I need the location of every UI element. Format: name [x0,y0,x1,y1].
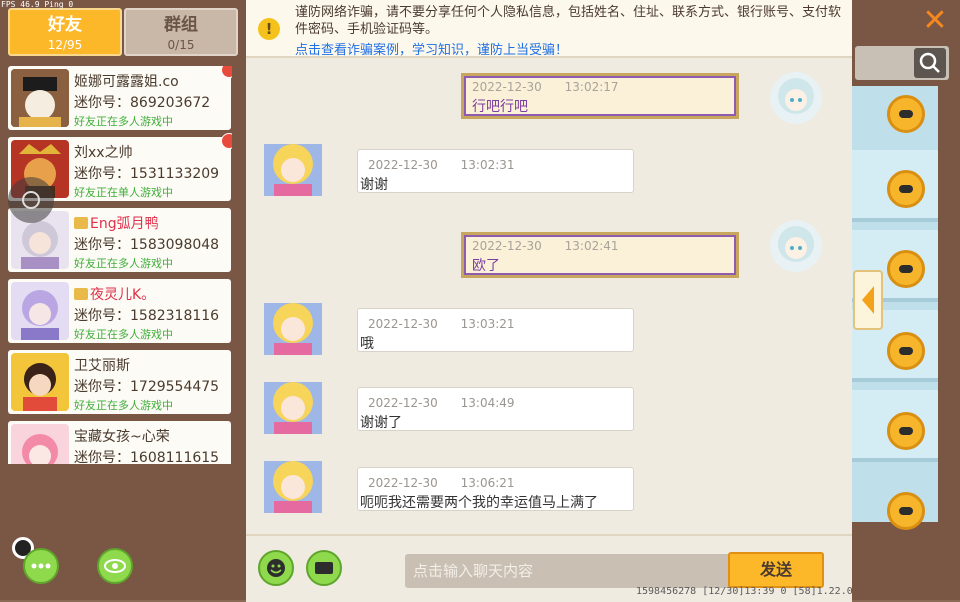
message-bubble-friend: 2022-12-30 13:03:21 哦 [357,308,634,352]
friend-name: Eng弧月鸭 [74,213,159,233]
message-time: 2022-12-30 13:04:49 [368,396,515,410]
friend-status: 好友正在多人游戏中 [74,328,173,341]
friend-id: 迷你号：1583098048 [74,237,220,253]
friend-item[interactable]: 姬娜可露露姐.co 迷你号：869203672 好友正在多人游戏中 [8,66,232,130]
record-icon [22,191,40,209]
message-time: 2022-12-30 13:03:21 [368,317,515,331]
avatar [11,69,69,127]
chat-panel: ! 谨防网络诈骗，请不要分享任何个人隐私信息，包括姓名、住址、联系方式、银行账号… [246,0,852,602]
vip-icon [74,217,88,229]
tab-friends-count: 12/95 [47,38,83,52]
friend-item[interactable]: 夜灵儿K。 迷你号：1582318116 好友正在多人游戏中 [8,279,231,343]
friend-name: 卫艾丽斯 [74,358,130,374]
message-bubble-friend: 2022-12-30 13:06:21 呃呃我还需要两个我的幸运值马上满了 [357,467,634,511]
friend-id: 迷你号：1608111615 [74,450,220,464]
arrow-left-icon [862,286,874,314]
friend-name: 宝藏女孩~心荣 [74,429,170,445]
more-dots-icon [31,563,51,569]
more-button[interactable] [23,548,59,584]
chat-bubble-icon[interactable] [887,250,925,288]
unread-dot [221,66,232,78]
message-list: 2022-12-30 13:02:17 行吧行吧 2022-12-30 13:0… [246,58,852,534]
avatar [260,372,326,438]
friend-item[interactable]: 宝藏女孩~心荣 迷你号：1608111615 [8,421,231,464]
notice-link[interactable]: 点击查看诈骗案例，学习知识，谨防上当受骗！ [295,39,568,58]
visibility-button[interactable] [97,548,133,584]
friend-list: 姬娜可露露姐.co 迷你号：869203672 好友正在多人游戏中 刘xx之帅 … [8,66,232,464]
friend-status: 好友正在多人游戏中 [74,115,173,128]
notice-text: 谨防网络诈骗，请不要分享任何个人隐私信息，包括姓名、住址、联系方式、银行账号、支… [295,5,842,37]
message-bubble-self: 2022-12-30 13:02:17 行吧行吧 [461,73,739,119]
unread-dot [221,133,232,149]
chat-bubble-icon[interactable] [887,332,925,370]
friend-name-text: Eng弧月鸭 [90,216,159,232]
keyboard-button[interactable] [306,550,342,586]
friend-id: 迷你号：1729554475 [74,379,220,395]
tab-groups[interactable]: 群组 0/15 [124,8,238,56]
friend-panel: 好友 12/95 群组 0/15 姬娜可露露姐.co 迷你号：869203672… [0,0,246,600]
keyboard-icon [315,562,333,574]
warning-icon: ! [258,18,280,40]
friend-name: 夜灵儿K。 [74,284,155,304]
message-bubble-friend: 2022-12-30 13:02:31 谢谢 [357,149,634,193]
friend-id: 迷你号：869203672 [74,95,211,111]
floating-ball-button[interactable] [8,177,54,223]
send-button[interactable]: 发送 [728,552,824,588]
message-time: 2022-12-30 13:06:21 [368,476,515,490]
friend-status: 好友正在多人游戏中 [74,257,173,270]
search-button[interactable] [914,48,946,78]
message-text: 呃呃我还需要两个我的幸运值马上满了 [360,495,598,511]
friend-name: 刘xx之帅 [74,145,133,161]
chat-bubble-icon[interactable] [887,170,925,208]
message-text: 谢谢了 [360,415,402,431]
avatar [11,353,69,411]
avatar [11,424,69,464]
friend-status: 好友正在多人游戏中 [74,399,173,412]
friend-item[interactable]: 卫艾丽斯 迷你号：1729554475 好友正在多人游戏中 [8,350,231,414]
message-text: 哦 [360,336,374,352]
close-button[interactable]: ✕ [915,4,955,38]
friend-name-text: 夜灵儿K。 [90,287,156,303]
friend-name: 姬娜可露露姐.co [74,74,179,90]
avatar [762,66,830,128]
chat-bubble-icon[interactable] [887,412,925,450]
avatar [260,451,326,517]
friend-id: 迷你号：1531133209 [74,166,220,182]
message-time: 2022-12-30 13:02:31 [368,158,515,172]
message-time: 2022-12-30 13:02:17 [472,80,619,94]
message-text: 行吧行吧 [472,99,528,115]
avatar [762,214,830,276]
vip-icon [74,288,88,300]
message-bubble-self: 2022-12-30 13:02:41 欧了 [461,232,739,278]
tab-groups-label: 群组 [164,15,198,35]
eye-icon [104,559,126,573]
avatar [11,282,69,340]
tab-friends-label: 好友 [48,15,82,35]
search-icon [919,52,940,73]
friend-status: 好友正在单人游戏中 [74,186,173,199]
tab-friends[interactable]: 好友 12/95 [8,8,122,56]
friend-id: 迷你号：1582318116 [74,308,220,324]
message-text: 谢谢 [360,177,388,193]
footer-info: 1598456278 [12/30]13:39 0 [58]1.22.0 [636,586,853,597]
chat-bubble-icon[interactable] [887,95,925,133]
avatar [260,134,326,200]
avatar [260,293,326,359]
collapse-panel-button[interactable] [853,270,883,330]
message-time: 2022-12-30 13:02:41 [472,239,619,253]
chat-bubble-icon[interactable] [887,492,925,530]
fps-readout: FPS 46.9 Ping 0 [1,0,74,9]
smiley-icon [267,559,285,577]
tab-groups-count: 0/15 [167,38,195,52]
fraud-notice: ! 谨防网络诈骗，请不要分享任何个人隐私信息，包括姓名、住址、联系方式、银行账号… [246,0,852,58]
message-text: 欧了 [472,258,500,274]
message-bubble-friend: 2022-12-30 13:04:49 谢谢了 [357,387,634,431]
chat-input[interactable] [405,554,731,588]
emoji-button[interactable] [258,550,294,586]
